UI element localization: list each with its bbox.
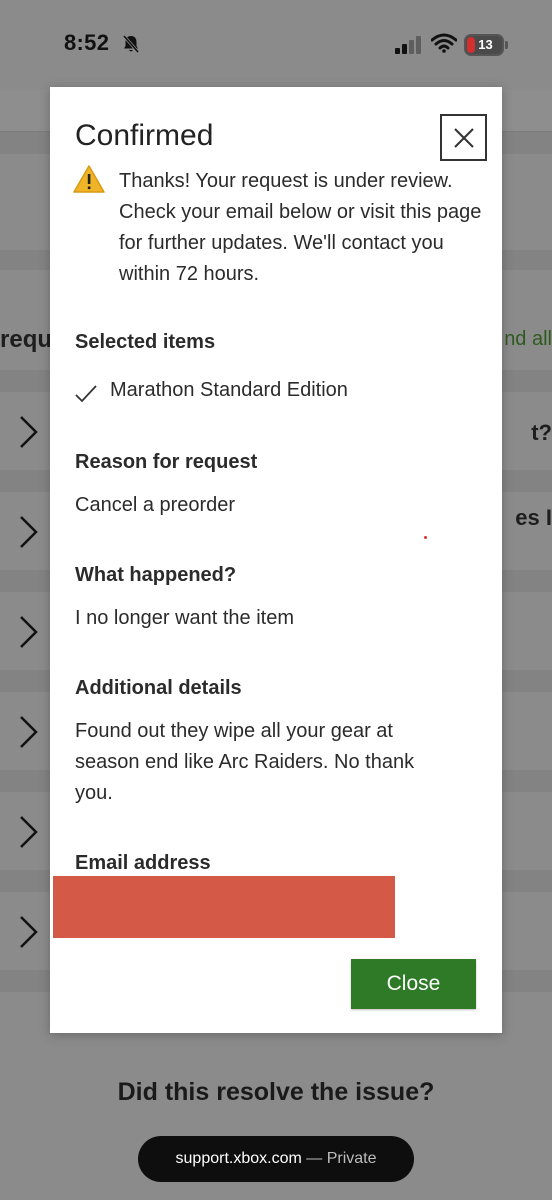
background-expand-all-link[interactable]: nd all xyxy=(504,328,552,351)
stray-dot xyxy=(424,536,427,539)
what-happened-label: What happened? xyxy=(75,564,237,586)
checkmark-icon xyxy=(75,385,97,403)
wifi-icon xyxy=(431,33,457,53)
confirmation-dialog: Confirmed Thanks! Your request is under … xyxy=(50,87,502,1033)
chevron-right-icon[interactable] xyxy=(18,714,40,750)
selected-items-label: Selected items xyxy=(75,331,216,353)
private-label: — Private xyxy=(301,1150,377,1167)
reason-label: Reason for request xyxy=(75,451,258,473)
battery-level: 13 xyxy=(478,37,493,52)
status-bar: 8:52 13 xyxy=(0,0,552,90)
battery-icon: 13 xyxy=(464,34,504,56)
review-notice: Thanks! Your request is under review. Ch… xyxy=(119,170,482,285)
background-row-fragment: es I xyxy=(515,505,552,530)
what-happened-value: I no longer want the item xyxy=(75,607,295,629)
status-time: 8:52 xyxy=(64,30,110,55)
url-bar[interactable]: support.xbox.com — Private xyxy=(138,1136,414,1182)
resolve-question: Did this resolve the issue? xyxy=(117,1078,435,1106)
chevron-right-icon[interactable] xyxy=(18,414,40,450)
chevron-right-icon[interactable] xyxy=(18,914,40,950)
dialog-title: Confirmed xyxy=(75,119,214,152)
chevron-right-icon[interactable] xyxy=(18,814,40,850)
background-heading-fragment: requ xyxy=(0,326,53,353)
chevron-right-icon[interactable] xyxy=(18,614,40,650)
bell-muted-icon xyxy=(122,35,140,53)
additional-details-value: Found out they wipe all your gear at sea… xyxy=(75,720,415,804)
url-text: support.xbox.com xyxy=(175,1150,302,1167)
close-button[interactable]: Close xyxy=(351,959,476,1009)
reason-value: Cancel a preorder xyxy=(75,494,236,516)
chevron-right-icon[interactable] xyxy=(18,514,40,550)
background-row-fragment: t? xyxy=(531,420,552,445)
signal-icon xyxy=(395,36,421,54)
email-address-label: Email address xyxy=(75,852,211,874)
warning-icon xyxy=(73,165,105,193)
close-icon-button[interactable] xyxy=(440,114,487,161)
selected-item: Marathon Standard Edition xyxy=(110,379,348,401)
redacted-email xyxy=(53,876,395,938)
additional-details-label: Additional details xyxy=(75,677,242,699)
close-icon xyxy=(454,128,474,148)
